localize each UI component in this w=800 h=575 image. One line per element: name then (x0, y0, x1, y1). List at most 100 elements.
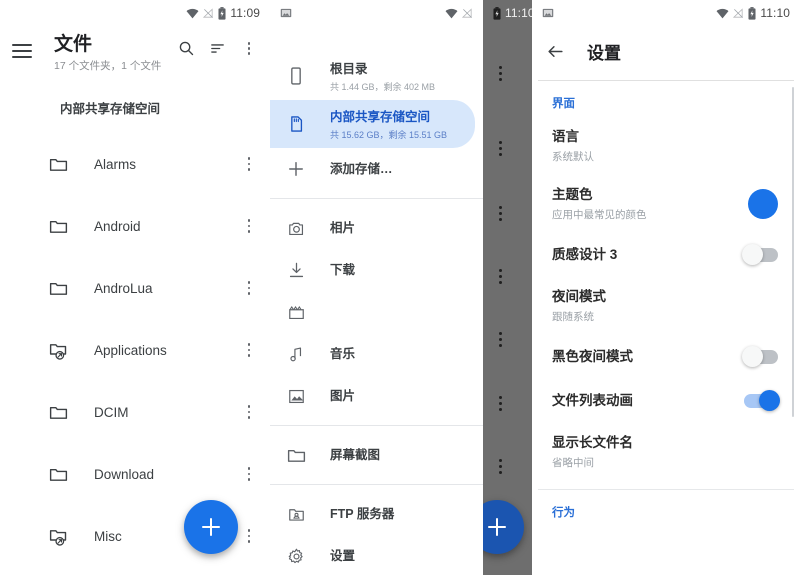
battery-icon (493, 6, 501, 20)
drawer-item-title: 下载 (330, 263, 356, 277)
wifi-icon (716, 8, 729, 19)
drawer-item[interactable]: 图片 (270, 375, 483, 417)
drawer-item-title: 内部共享存储空间 (330, 109, 431, 124)
drawer-item-subtitle: 共 15.62 GB，剩余 15.51 GB (330, 129, 448, 140)
drawer-item[interactable] (270, 291, 483, 333)
settings-row-subtitle: 系统默认 (552, 151, 594, 163)
plus-icon (284, 159, 308, 179)
drawer-item-title: 图片 (330, 389, 356, 403)
file-row[interactable]: DCIM (0, 381, 270, 443)
drawer-item[interactable]: 下载 (270, 249, 483, 291)
file-overflow-icon[interactable] (499, 66, 502, 81)
file-row[interactable]: Applications (0, 319, 270, 381)
file-overflow-icon[interactable] (499, 269, 502, 284)
drawer-item-title: FTP 服务器 (330, 507, 395, 521)
settings-toggle[interactable] (742, 244, 778, 265)
settings-row[interactable]: 主题色 应用中最常见的颜色 (538, 175, 794, 233)
toolbar-actions (178, 32, 258, 57)
settings-row-title: 文件列表动画 (552, 393, 633, 408)
statusbar-right-icons (445, 7, 473, 19)
add-button-files[interactable] (184, 500, 238, 554)
settings-row[interactable]: 语言 系统默认 (538, 117, 794, 175)
statusbar-left-icons (280, 7, 292, 19)
page-subtitle: 17 个文件夹，1 个文件 (54, 59, 162, 72)
drawer-item-text: 下载 (330, 261, 471, 279)
sdcard-icon (284, 114, 308, 134)
drawer-item-title: 相片 (330, 221, 356, 235)
statusbar-files: 11:09 (0, 0, 270, 26)
back-arrow-icon[interactable] (546, 42, 565, 61)
drawer-item-title: 设置 (330, 549, 356, 563)
toggle-knob (742, 244, 763, 265)
overflow-icon[interactable] (240, 41, 258, 56)
sort-icon[interactable] (209, 40, 226, 57)
drawer-item[interactable]: 添加存储… (270, 148, 483, 190)
drawer-item-text: FTP 服务器 (330, 505, 471, 523)
file-overflow-icon[interactable] (240, 343, 258, 357)
theme-color-swatch[interactable] (748, 189, 778, 219)
settings-row[interactable]: 文件列表动画 (538, 379, 794, 423)
drawer-item-text: 添加存储… (330, 160, 471, 178)
drawer-item-title: 屏幕截图 (330, 448, 381, 462)
settings-row[interactable]: 夜间模式 跟随系统 (538, 277, 794, 335)
drawer-item[interactable]: FTP 服务器 (270, 493, 483, 535)
file-overflow-icon[interactable] (240, 405, 258, 419)
signal-off-icon (461, 7, 473, 19)
file-row[interactable]: AndroLua (0, 257, 270, 319)
battery-icon (218, 6, 226, 20)
settings-row-text: 夜间模式 跟随系统 (552, 288, 778, 324)
drawer-item[interactable]: 相片 (270, 207, 483, 249)
settings-row-text: 黑色夜间模式 (552, 348, 744, 366)
settings-scrollbar[interactable] (792, 87, 794, 417)
settings-row-text: 质感设计 3 (552, 246, 744, 264)
toolbar-settings: 设置 (532, 26, 800, 76)
settings-row-title: 夜间模式 (552, 289, 606, 304)
file-overflow-icon[interactable] (499, 141, 502, 156)
settings-toggle[interactable] (742, 346, 778, 367)
file-overflow-icon[interactable] (240, 281, 258, 295)
folder-icon (48, 216, 70, 237)
drawer-item[interactable]: 根目录 共 1.44 GB，剩余 402 MB (270, 52, 483, 100)
movie-icon (284, 303, 308, 322)
panel-settings: 11:10 设置 界面 语言 系统默认 主题色 应用中最常见的颜色 质感设计 3… (532, 0, 800, 575)
drawer-item-text: 相片 (330, 219, 471, 237)
file-overflow-icon[interactable] (240, 529, 258, 543)
file-overflow-icon[interactable] (240, 467, 258, 481)
settings-row[interactable]: 显示长文件名 省略中间 (538, 423, 794, 481)
drawer-item-text: 根目录 共 1.44 GB，剩余 402 MB (330, 60, 471, 93)
file-overflow-icon[interactable] (499, 459, 502, 474)
file-row[interactable]: Android (0, 195, 270, 257)
file-list: Alarms Android AndroLua Applications DCIM Do… (0, 133, 270, 567)
file-overflow-icon[interactable] (499, 332, 502, 347)
file-row[interactable]: Download (0, 443, 270, 505)
settings-row-title: 黑色夜间模式 (552, 349, 633, 364)
drawer-item[interactable]: 屏幕截图 (270, 434, 483, 476)
folder-icon (48, 278, 70, 299)
file-name: Download (94, 466, 155, 482)
drawer-item[interactable]: 音乐 (270, 333, 483, 375)
drawer-item-title: 添加存储… (330, 162, 393, 176)
settings-row[interactable]: 质感设计 3 (538, 233, 794, 277)
search-icon[interactable] (178, 40, 195, 57)
menu-icon[interactable] (12, 32, 38, 62)
plus-icon (488, 518, 506, 536)
drawer-scrim[interactable]: 11:10 (470, 0, 532, 575)
folder-shortcut-icon (48, 526, 70, 547)
divider (270, 198, 483, 199)
file-overflow-icon[interactable] (240, 219, 258, 233)
settings-section-behavior: 行为 (552, 507, 575, 519)
download-icon (284, 261, 308, 280)
file-overflow-icon[interactable] (240, 157, 258, 171)
settings-row[interactable]: 黑色夜间模式 (538, 335, 794, 379)
settings-toggle[interactable] (744, 390, 780, 411)
file-row[interactable]: Alarms (0, 133, 270, 195)
drawer-item[interactable]: 设置 (270, 535, 483, 575)
file-overflow-icon[interactable] (499, 206, 502, 221)
settings-section-interface: 界面 (552, 98, 575, 110)
phone-icon (284, 66, 308, 86)
drawer-item[interactable]: 内部共享存储空间 共 15.62 GB，剩余 15.51 GB (270, 100, 475, 148)
wifi-icon (445, 8, 458, 19)
file-overflow-icon[interactable] (499, 396, 502, 411)
statusbar-right-icons-settings: 11:10 (716, 6, 790, 20)
statusbar-icons-drawer: 11:10 (493, 6, 532, 20)
